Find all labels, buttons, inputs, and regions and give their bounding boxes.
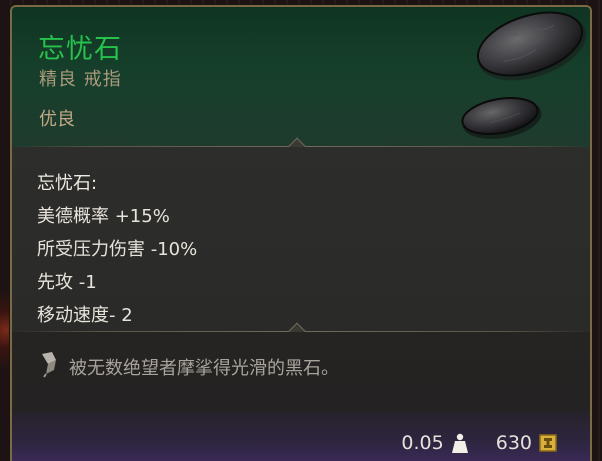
footer-values: 0.05 630 (401, 432, 558, 454)
tooltip-footer: 0.05 630 (12, 412, 590, 461)
worry-stone-icon (461, 11, 587, 139)
stat-line: 移动速度- 2 (37, 305, 133, 326)
stats-section: 忘忧石: 美德概率 +15% 所受压力伤害 -10% 先攻 -1 移动速度- 2 (12, 147, 590, 332)
gold-value: 630 (495, 432, 532, 454)
flavor-section: 被无数绝望者摩挲得光滑的黑石。 (12, 332, 590, 412)
item-tooltip: 忘忧石 精良 戒指 优良 忘忧石: 美德概率 +15% 所受压力伤害 -10% … (10, 5, 592, 461)
weight-value: 0.05 (401, 432, 444, 454)
quill-icon (42, 352, 56, 378)
flavor-text: 被无数绝望者摩挲得光滑的黑石。 (69, 358, 339, 379)
stats-list: 忘忧石: 美德概率 +15% 所受压力伤害 -10% 先攻 -1 移动速度- 2 (37, 169, 197, 334)
item-type: 精良 戒指 (39, 69, 122, 90)
item-name: 忘忧石 (38, 34, 122, 65)
item-rarity: 优良 (39, 109, 75, 130)
weight-icon (451, 433, 468, 453)
stats-header: 忘忧石: (37, 173, 98, 194)
stat-line: 美德概率 +15% (37, 206, 170, 227)
stat-line: 所受压力伤害 -10% (37, 239, 198, 260)
stat-line: 先攻 -1 (37, 272, 97, 293)
tooltip-header: 忘忧石 精良 戒指 优良 (12, 7, 590, 147)
gold-coin-icon (539, 434, 557, 452)
